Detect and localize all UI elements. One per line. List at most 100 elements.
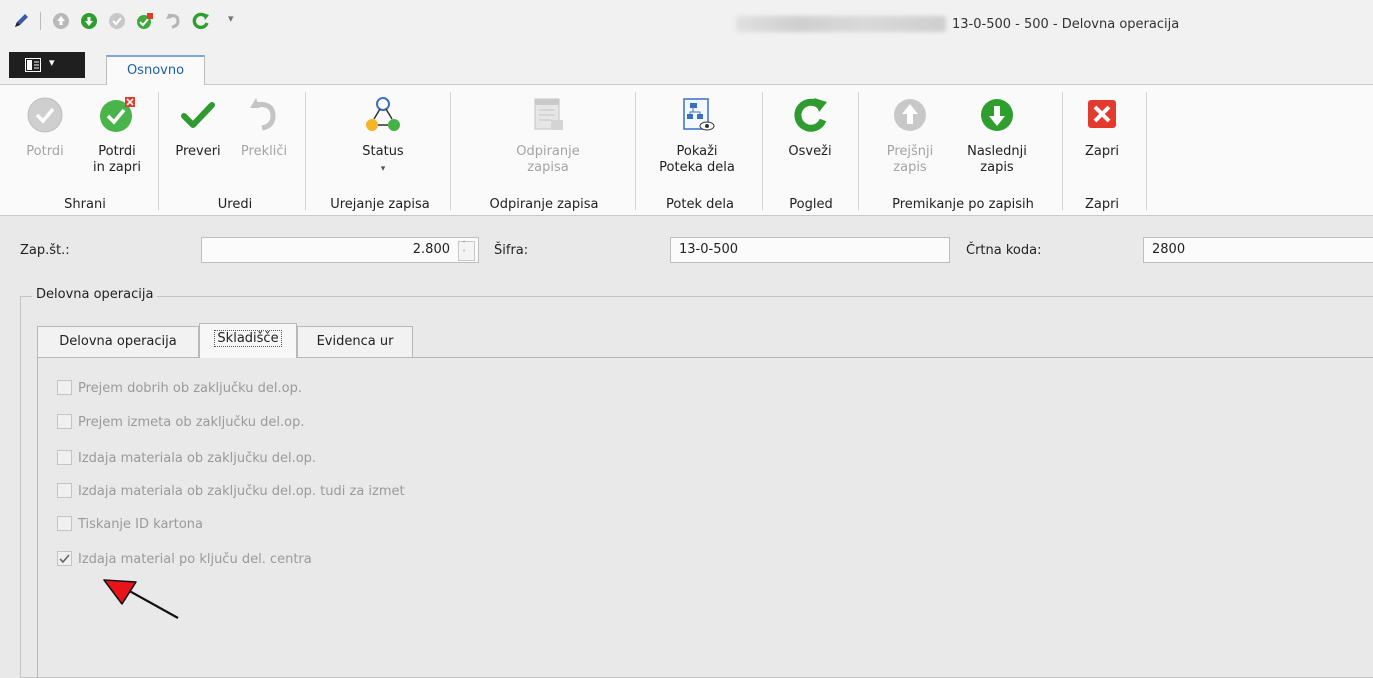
potrdi-button[interactable]: Potrdi	[18, 96, 72, 160]
tab-skladisce-label: Skladišče	[214, 330, 282, 347]
group-uredi: Uredi	[217, 197, 253, 212]
application-menu-button[interactable]: ▾	[9, 52, 85, 78]
workflow-status-icon	[366, 97, 400, 131]
up-arrow-icon	[894, 99, 926, 131]
spin-down-icon[interactable]: ˅	[462, 248, 466, 260]
up-arrow-icon[interactable]	[52, 12, 70, 30]
group-separator	[1062, 92, 1063, 210]
group-separator	[635, 92, 636, 210]
checkbox-label: Tiskanje ID kartona	[78, 517, 204, 532]
pokazi-poteka-dela-button[interactable]: Pokaži Poteka dela	[642, 96, 752, 176]
group-pogled: Pogled	[789, 197, 833, 212]
layout-icon	[25, 58, 41, 72]
checkbox-izdaja-po-kljucu[interactable]: Izdaja material po ključu del. centra	[57, 551, 312, 570]
osvezi-label: Osveži	[788, 144, 832, 159]
osvezi-button[interactable]: Osveži	[772, 96, 848, 160]
tab-skladisce[interactable]: Skladišče	[199, 323, 297, 358]
checkbox-prejem-izmeta[interactable]: Prejem izmeta ob zaključku del.op.	[57, 414, 305, 433]
pokazi-label-1: Pokaži	[676, 144, 718, 159]
workflow-view-icon	[683, 98, 715, 131]
checkbox-label: Izdaja material po ključu del. centra	[78, 552, 312, 567]
refresh-icon	[794, 98, 827, 132]
sifra-value: 13-0-500	[679, 242, 739, 257]
chevron-down-icon: ▾	[380, 164, 386, 174]
prejsnji-label-1: Prejšnji	[886, 144, 934, 159]
odpiranje-label-2: zapisa	[527, 160, 569, 175]
checkbox-box[interactable]	[57, 380, 72, 395]
checkbox-label: Prejem izmeta ob zaključku del.op.	[78, 415, 305, 430]
group-separator	[305, 92, 306, 210]
check-circle-icon	[27, 97, 63, 133]
tab-osnovno[interactable]: Osnovno	[106, 55, 205, 86]
checkbox-label: Izdaja materiala ob zaključku del.op. tu…	[78, 484, 405, 499]
customize-qa-icon[interactable]: ▾	[228, 12, 234, 25]
zap-st-value: 2.800	[412, 242, 450, 257]
preklici-label: Prekliči	[240, 144, 288, 159]
prejsnji-label-2: zapis	[893, 160, 927, 175]
prejsnji-zapis-button[interactable]: Prejšnji zapis	[876, 96, 944, 176]
potrdi-in-zapri-button[interactable]: Potrdi in zapri	[84, 96, 150, 176]
zap-st-spinner[interactable]: ˄ ˅	[458, 240, 475, 261]
checkbox-prejem-dobrih[interactable]: Prejem dobrih ob zaključku del.op.	[57, 380, 302, 399]
preveri-button[interactable]: Preveri	[168, 96, 228, 160]
checkbox-tiskanje-id-kartona[interactable]: Tiskanje ID kartona	[57, 516, 204, 535]
zapri-label: Zapri	[1084, 144, 1120, 159]
window-title-redacted	[736, 16, 946, 32]
group-separator	[858, 92, 859, 210]
preklici-button[interactable]: Prekliči	[234, 96, 294, 160]
status-button[interactable]: Status ▾	[338, 96, 428, 177]
checkbox-izdaja-materiala-izmet[interactable]: Izdaja materiala ob zaključku del.op. tu…	[57, 483, 405, 502]
sifra-label: Šifra:	[494, 243, 529, 258]
confirm-icon[interactable]	[108, 12, 126, 30]
undo-icon	[250, 98, 276, 131]
zap-st-input[interactable]: 2.800 ˄ ˅	[201, 237, 479, 263]
group-zapri: Zapri	[1084, 197, 1120, 212]
group-separator	[158, 92, 159, 210]
tab-evidenca-ur[interactable]: Evidenca ur	[297, 326, 413, 357]
edit-pencil-icon[interactable]	[12, 12, 30, 30]
potrdi-label: Potrdi	[26, 144, 64, 159]
qa-separator	[40, 12, 41, 30]
checkbox-label: Prejem dobrih ob zaključku del.op.	[78, 381, 302, 396]
naslednji-zapis-button[interactable]: Naslednji zapis	[952, 96, 1042, 176]
skladisce-tab-panel	[37, 357, 1373, 678]
crtna-koda-label: Črtna koda:	[966, 243, 1042, 258]
crtna-koda-value: 2800	[1152, 242, 1186, 257]
odpiranje-label-1: Odpiranje	[516, 144, 580, 159]
naslednji-label-1: Naslednji	[967, 144, 1027, 159]
checkbox-box[interactable]	[57, 450, 72, 465]
checkbox-label: Izdaja materiala ob zaključku del.op.	[78, 451, 317, 466]
refresh-icon[interactable]	[192, 12, 210, 30]
close-icon	[1088, 100, 1116, 128]
status-label: Status	[362, 144, 404, 159]
group-odpiranje-zapisa: Odpiranje zapisa	[489, 197, 599, 212]
tab-delovna-operacija[interactable]: Delovna operacija	[37, 326, 199, 357]
down-arrow-icon	[981, 99, 1013, 131]
checkbox-box-checked[interactable]	[57, 551, 72, 566]
undo-icon[interactable]	[164, 12, 182, 30]
groupbox-title: Delovna operacija	[32, 287, 158, 302]
preveri-label: Preveri	[175, 144, 221, 159]
checkbox-izdaja-materiala[interactable]: Izdaja materiala ob zaključku del.op.	[57, 450, 317, 469]
checkbox-box[interactable]	[57, 414, 72, 429]
checkmark-icon	[59, 554, 70, 564]
pokazi-label-2: Poteka dela	[659, 160, 735, 175]
checkbox-box[interactable]	[57, 516, 72, 531]
potrdi-in-zapri-label-1: Potrdi	[98, 144, 136, 159]
down-arrow-icon[interactable]	[80, 12, 98, 30]
crtna-koda-input[interactable]: 2800	[1143, 237, 1373, 263]
sifra-input[interactable]: 13-0-500	[670, 237, 950, 263]
group-separator	[762, 92, 763, 210]
checkmark-icon	[181, 102, 215, 128]
annotation-arrow-icon	[103, 579, 179, 619]
group-potek-dela: Potek dela	[666, 197, 734, 212]
zap-st-label: Zap.št.:	[20, 243, 70, 258]
zapri-button[interactable]: Zapri	[1074, 96, 1130, 160]
naslednji-label-2: zapis	[980, 160, 1014, 175]
check-close-icon	[100, 97, 135, 132]
confirm-close-icon[interactable]	[136, 12, 154, 30]
group-urejanje-zapisa: Urejanje zapisa	[330, 197, 430, 212]
odpiranje-zapisa-button[interactable]: Odpiranje zapisa	[500, 96, 596, 176]
checkbox-box[interactable]	[57, 483, 72, 498]
ribbon-tab-row	[0, 52, 1373, 85]
